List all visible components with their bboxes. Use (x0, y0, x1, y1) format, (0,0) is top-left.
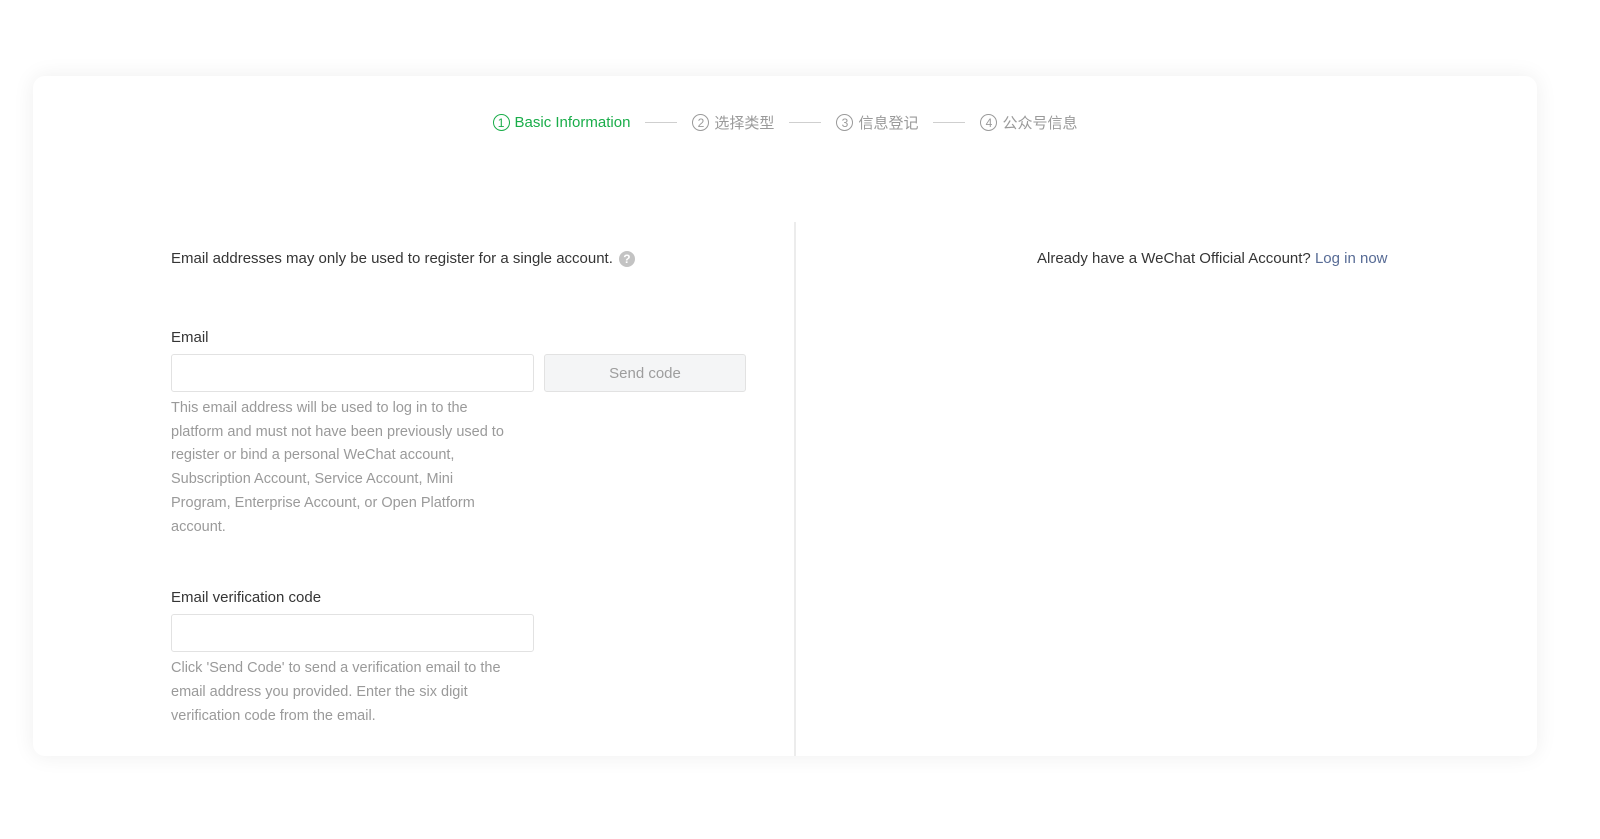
verification-code-hint: Click 'Send Code' to send a verification… (171, 660, 501, 724)
step-number-icon: 2 (692, 114, 710, 131)
step-separator (789, 122, 822, 123)
email-label: Email (171, 329, 209, 346)
send-code-button[interactable]: Send code (544, 354, 746, 392)
step-label: 信息登记 (858, 115, 919, 132)
step-number-icon: 1 (492, 114, 510, 131)
step-label: 选择类型 (714, 115, 775, 132)
column-divider (794, 222, 796, 756)
verification-code-label: Email verification code (171, 589, 322, 607)
step-select-type: 2 选择类型 (692, 112, 774, 133)
step-account-info: 4 公众号信息 (980, 112, 1077, 133)
step-separator (645, 122, 678, 123)
verification-code-input[interactable] (171, 614, 534, 653)
registration-form: Email addresses may only be used to regi… (171, 250, 771, 728)
email-input[interactable] (171, 354, 534, 392)
email-hint: This email address will be used to log i… (171, 400, 504, 535)
step-separator (933, 122, 966, 123)
step-label: 公众号信息 (1002, 115, 1078, 132)
step-number-icon: 4 (980, 114, 998, 131)
step-label: Basic Information (514, 114, 631, 131)
registration-card: 1 Basic Information 2 选择类型 3 信息登记 4 公众号信… (33, 76, 1537, 756)
step-progress: 1 Basic Information 2 选择类型 3 信息登记 4 公众号信… (33, 112, 1537, 133)
step-basic-information: 1 Basic Information (492, 114, 631, 131)
step-info-registration: 3 信息登记 (836, 112, 918, 133)
single-account-notice: Email addresses may only be used to regi… (171, 250, 771, 267)
login-prompt: Already have a WeChat Official Account? … (1037, 250, 1388, 267)
login-now-link[interactable]: Log in now (1315, 250, 1388, 267)
step-number-icon: 3 (836, 114, 854, 131)
login-prompt-text: Already have a WeChat Official Account? (1037, 250, 1311, 267)
help-icon[interactable]: ? (618, 250, 635, 267)
notice-text: Email addresses may only be used to regi… (171, 250, 613, 267)
